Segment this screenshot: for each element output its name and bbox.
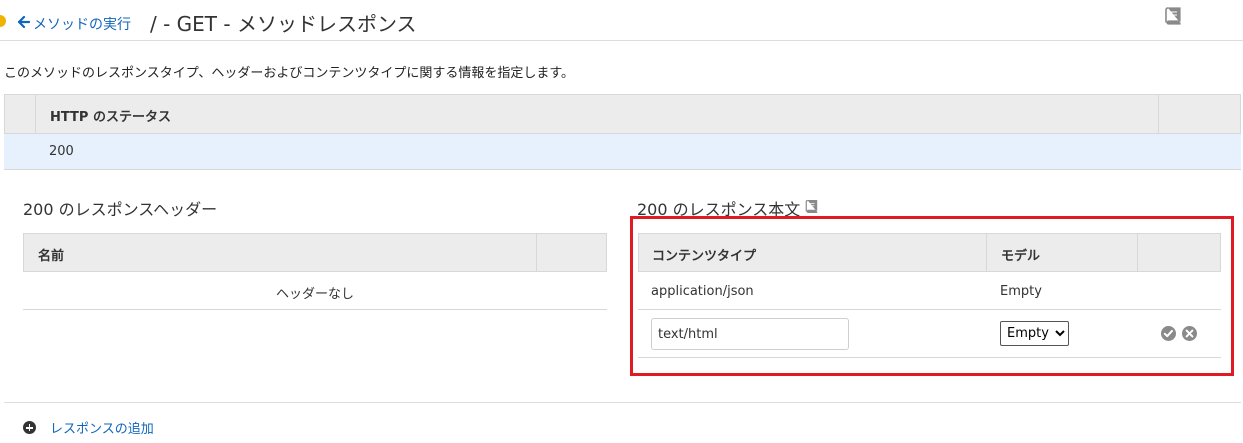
highlight-box [630, 216, 1234, 376]
status-table-header: HTTP のステータス [4, 94, 1241, 134]
plus-circle-icon [23, 421, 36, 434]
status-dot-icon [0, 15, 6, 27]
header-divider [0, 40, 1243, 41]
headers-table-header: 名前 [23, 233, 607, 272]
response-headers-title: 200 のレスポンスヘッダー [23, 200, 218, 219]
book-icon[interactable] [804, 199, 819, 218]
status-header-actions [1158, 95, 1240, 133]
page-description: このメソッドのレスポンスタイプ、ヘッダーおよびコンテンツタイプに関する情報を指定… [4, 66, 575, 81]
back-to-method-execution-link[interactable]: メソッドの実行 [17, 14, 131, 34]
add-response-label: レスポンスの追加 [50, 422, 154, 437]
status-column-label: HTTP のステータス [50, 110, 171, 125]
footer-divider [4, 402, 1241, 403]
headers-name-column: 名前 [38, 249, 65, 264]
arrow-left-icon [17, 15, 31, 32]
back-link-label: メソッドの実行 [33, 17, 131, 33]
status-header-spacer [5, 95, 36, 133]
no-headers-message: ヘッダーなし [23, 272, 607, 310]
status-code: 200 [49, 144, 74, 159]
book-icon[interactable] [1163, 6, 1183, 30]
add-response-button[interactable]: レスポンスの追加 [23, 418, 154, 437]
status-row-200[interactable]: 200 [4, 134, 1241, 170]
page-title: / - GET - メソッドレスポンス [150, 12, 417, 36]
headers-actions-column [536, 234, 606, 271]
